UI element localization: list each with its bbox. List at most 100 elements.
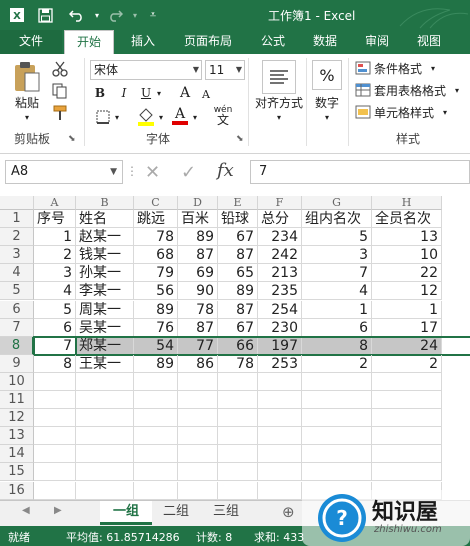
cell-b9[interactable]: 王某一 xyxy=(76,354,134,373)
cell-g13[interactable] xyxy=(302,427,372,446)
cell-a5[interactable]: 4 xyxy=(34,282,76,301)
cell-e16[interactable] xyxy=(218,481,258,500)
cell-g3[interactable]: 3 xyxy=(302,246,372,265)
redo-icon[interactable] xyxy=(106,6,124,24)
cell-a13[interactable] xyxy=(34,427,76,446)
cell-g7[interactable]: 6 xyxy=(302,318,372,337)
cell-e3[interactable]: 87 xyxy=(218,246,258,265)
cell-c2[interactable]: 78 xyxy=(134,228,178,247)
cell-a12[interactable] xyxy=(34,409,76,428)
cell-h14[interactable] xyxy=(372,445,442,464)
copy-icon[interactable] xyxy=(50,82,70,100)
cell-f9[interactable]: 253 xyxy=(258,354,302,373)
cell-e2[interactable]: 67 xyxy=(218,228,258,247)
italic-button[interactable]: I xyxy=(116,84,132,102)
underline-dropdown-icon[interactable]: ▾ xyxy=(154,86,164,100)
cell-h10[interactable] xyxy=(372,372,442,391)
cell-d7[interactable]: 87 xyxy=(178,318,218,337)
cell-a4[interactable]: 3 xyxy=(34,264,76,283)
column-header-e[interactable]: E xyxy=(218,196,258,210)
cell-c1[interactable]: 跳远 xyxy=(134,210,178,229)
font-name-select[interactable]: 宋体 ▼ xyxy=(90,60,202,80)
row-header-6[interactable]: 6 xyxy=(0,300,34,319)
cell-a14[interactable] xyxy=(34,445,76,464)
cell-d3[interactable]: 87 xyxy=(178,246,218,265)
cell-b3[interactable]: 钱某一 xyxy=(76,246,134,265)
cell-h2[interactable]: 13 xyxy=(372,228,442,247)
redo-dropdown-icon[interactable]: ▾ xyxy=(126,6,144,24)
scroll-tabs-right-icon[interactable]: ▶ xyxy=(54,505,62,516)
clipboard-launcher-icon[interactable]: ⬊ xyxy=(68,134,76,144)
cell-d14[interactable] xyxy=(178,445,218,464)
tab-insert[interactable]: 插入 xyxy=(120,30,166,54)
cell-e11[interactable] xyxy=(218,391,258,410)
cell-h8[interactable]: 24 xyxy=(372,336,442,355)
decrease-font-button[interactable]: A xyxy=(198,86,214,102)
border-icon[interactable] xyxy=(92,108,114,126)
row-header-3[interactable]: 3 xyxy=(0,246,34,265)
conditional-format-dropdown-icon[interactable]: ▾ xyxy=(428,62,438,74)
phonetic-button[interactable]: wén 文 xyxy=(210,104,236,126)
row-header-13[interactable]: 13 xyxy=(0,427,34,446)
conditional-format-button[interactable]: 条件格式 xyxy=(374,60,436,76)
cell-f10[interactable] xyxy=(258,372,302,391)
column-header-a[interactable]: A xyxy=(34,196,76,210)
cell-g5[interactable]: 4 xyxy=(302,282,372,301)
cell-b16[interactable] xyxy=(76,481,134,500)
row-header-1[interactable]: 1 xyxy=(0,210,34,229)
cell-b5[interactable]: 李某一 xyxy=(76,282,134,301)
cell-c6[interactable]: 89 xyxy=(134,300,178,319)
cell-c8[interactable]: 54 xyxy=(134,336,178,355)
cell-h6[interactable]: 1 xyxy=(372,300,442,319)
cell-g10[interactable] xyxy=(302,372,372,391)
save-icon[interactable] xyxy=(36,6,54,24)
cell-a10[interactable] xyxy=(34,372,76,391)
cell-h13[interactable] xyxy=(372,427,442,446)
cell-b1[interactable]: 姓名 xyxy=(76,210,134,229)
cancel-icon[interactable]: ✕ xyxy=(145,162,160,183)
insert-function-icon[interactable]: fx xyxy=(217,160,234,181)
font-color-dropdown-icon[interactable]: ▾ xyxy=(190,110,200,124)
cell-f5[interactable]: 235 xyxy=(258,282,302,301)
cell-g15[interactable] xyxy=(302,463,372,482)
cell-a1[interactable]: 序号 xyxy=(34,210,76,229)
cell-e8[interactable]: 66 xyxy=(218,336,258,355)
row-header-12[interactable]: 12 xyxy=(0,409,34,428)
column-header-f[interactable]: F xyxy=(258,196,302,210)
cell-d8[interactable]: 77 xyxy=(178,336,218,355)
cell-h1[interactable]: 全员名次 xyxy=(372,210,442,229)
cell-c3[interactable]: 68 xyxy=(134,246,178,265)
cell-c7[interactable]: 76 xyxy=(134,318,178,337)
cell-d10[interactable] xyxy=(178,372,218,391)
cell-e10[interactable] xyxy=(218,372,258,391)
row-header-4[interactable]: 4 xyxy=(0,264,34,283)
cell-a16[interactable] xyxy=(34,481,76,500)
cell-b15[interactable] xyxy=(76,463,134,482)
number-format-icon[interactable]: % xyxy=(312,60,342,90)
alignment-icon[interactable] xyxy=(262,60,296,94)
cell-d15[interactable] xyxy=(178,463,218,482)
cell-e5[interactable]: 89 xyxy=(218,282,258,301)
cell-a15[interactable] xyxy=(34,463,76,482)
tab-review[interactable]: 审阅 xyxy=(354,30,400,54)
increase-font-button[interactable]: A xyxy=(176,84,194,102)
cell-b10[interactable] xyxy=(76,372,134,391)
tab-home[interactable]: 开始 xyxy=(64,30,114,54)
cell-d5[interactable]: 90 xyxy=(178,282,218,301)
cell-e12[interactable] xyxy=(218,409,258,428)
cell-a2[interactable]: 1 xyxy=(34,228,76,247)
cell-g11[interactable] xyxy=(302,391,372,410)
undo-dropdown-icon[interactable]: ▾ xyxy=(88,6,106,24)
cell-f6[interactable]: 254 xyxy=(258,300,302,319)
cell-d16[interactable] xyxy=(178,481,218,500)
format-painter-icon[interactable] xyxy=(50,104,70,122)
row-header-9[interactable]: 9 xyxy=(0,354,34,373)
cell-styles-dropdown-icon[interactable]: ▾ xyxy=(440,106,450,118)
select-all-corner[interactable] xyxy=(0,196,34,210)
cell-d2[interactable]: 89 xyxy=(178,228,218,247)
tab-formulas[interactable]: 公式 xyxy=(250,30,296,54)
cell-g9[interactable]: 2 xyxy=(302,354,372,373)
cell-a6[interactable]: 5 xyxy=(34,300,76,319)
table-format-button[interactable]: 套用表格格式 xyxy=(374,82,458,98)
tab-view[interactable]: 视图 xyxy=(406,30,452,54)
